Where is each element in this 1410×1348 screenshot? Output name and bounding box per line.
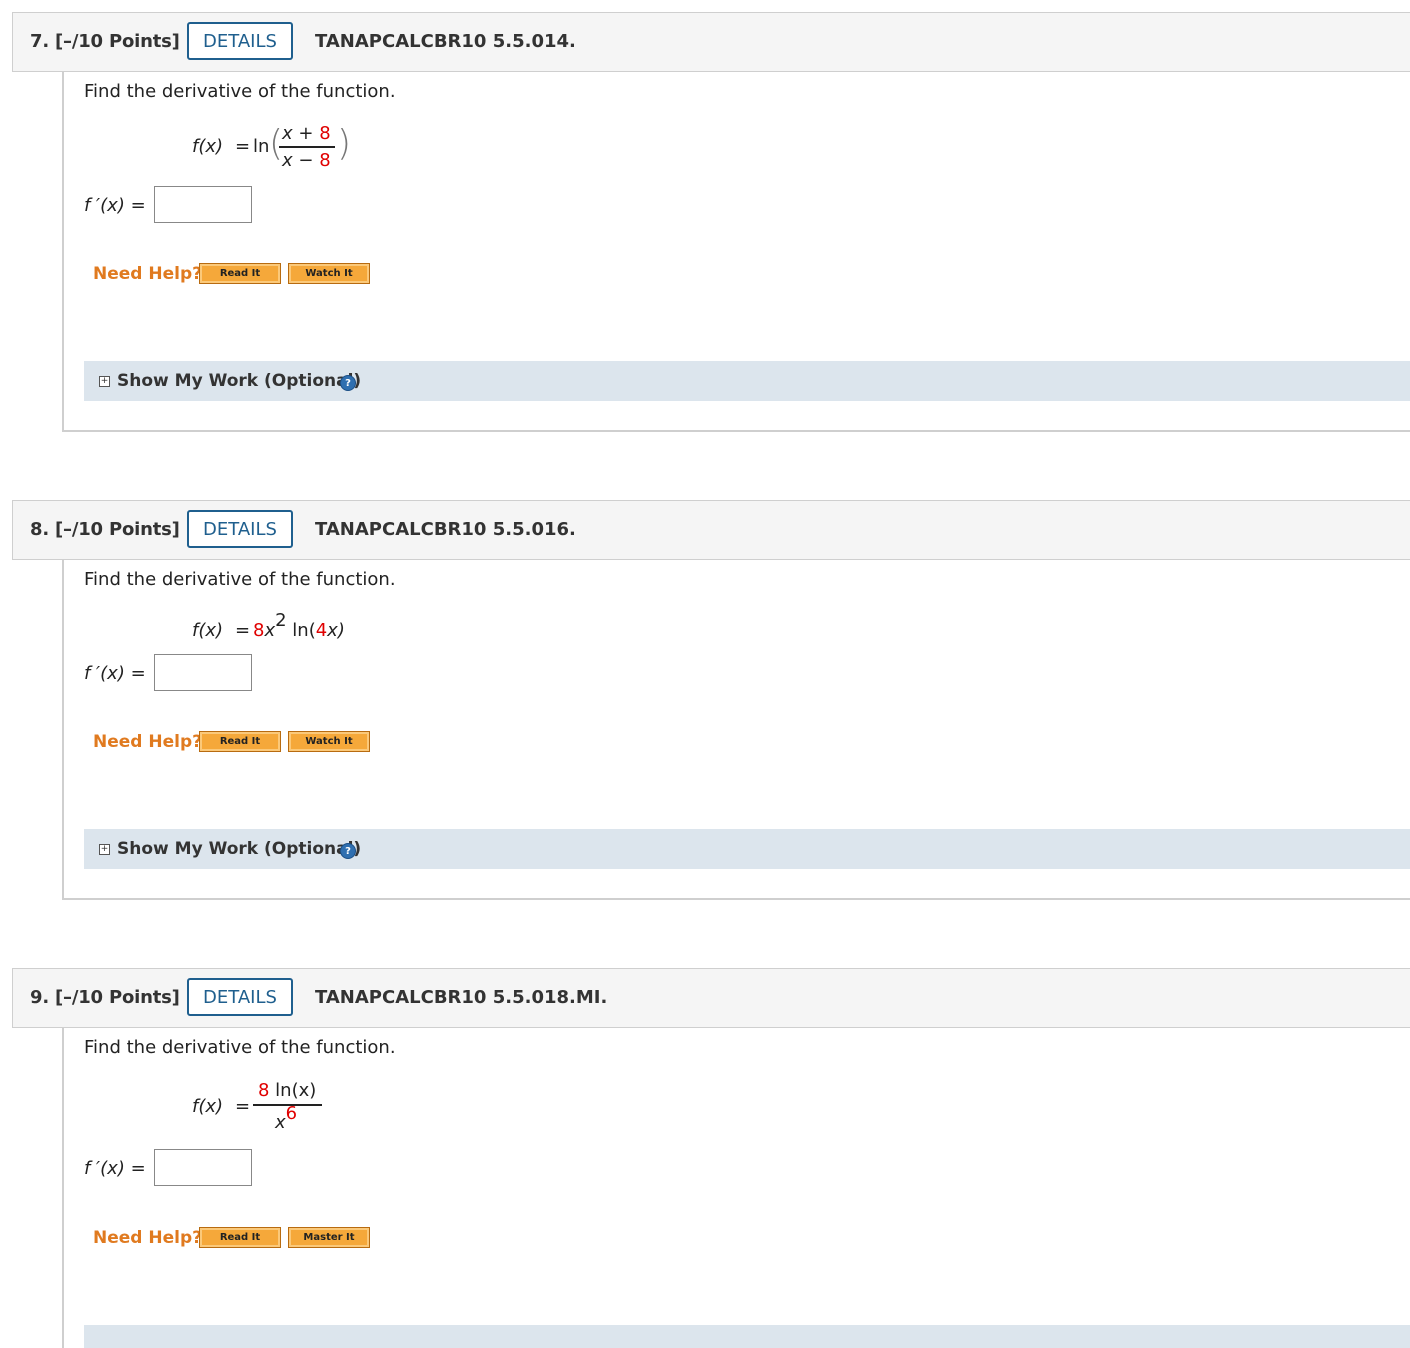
fx-label: f(x): [192, 136, 224, 157]
answer-label: f ′(x) =: [84, 195, 146, 216]
details-button[interactable]: DETAILS: [187, 978, 293, 1016]
fraction-numerator: x + 8: [282, 123, 331, 144]
read-it-button[interactable]: Read It: [199, 1227, 281, 1248]
question-header: 8. [–/10 Points] DETAILS TANAPCALCBR10 5…: [12, 500, 1410, 560]
read-it-button[interactable]: Read It: [199, 263, 281, 284]
answer-input[interactable]: [154, 654, 252, 691]
show-my-work-bar[interactable]: [84, 1325, 1410, 1348]
need-help-label: Need Help?: [93, 732, 202, 752]
question-number: 7. [–/10 Points]: [30, 31, 180, 52]
fraction-denominator: x − 8: [282, 150, 331, 171]
question-prompt: Find the derivative of the function.: [84, 1037, 396, 1058]
question-code: TANAPCALCBR10 5.5.014.: [315, 31, 576, 52]
fx-label: f(x): [192, 620, 224, 641]
question-body: Find the derivative of the function. f(x…: [62, 72, 1410, 432]
plus-box-icon[interactable]: +: [99, 844, 110, 855]
question-body: Find the derivative of the function. f(x…: [62, 1028, 1410, 1348]
equals-sign: =: [235, 136, 251, 157]
question-9: 9. [–/10 Points] DETAILS TANAPCALCBR10 5…: [12, 968, 1410, 1348]
question-8: 8. [–/10 Points] DETAILS TANAPCALCBR10 5…: [12, 500, 1410, 900]
fraction-numerator: 8 ln(x): [258, 1080, 317, 1101]
right-paren: ): [337, 123, 352, 164]
watch-it-button[interactable]: Watch It: [288, 731, 370, 752]
answer-input[interactable]: [154, 1149, 252, 1186]
question-code: TANAPCALCBR10 5.5.018.MI.: [315, 987, 608, 1008]
fraction-bar: [279, 146, 335, 148]
question-circle-icon[interactable]: ?: [340, 843, 356, 859]
question-body: Find the derivative of the function. f(x…: [62, 560, 1410, 900]
master-it-button[interactable]: Master It: [288, 1227, 370, 1248]
question-circle-icon[interactable]: ?: [340, 375, 356, 391]
question-code: TANAPCALCBR10 5.5.016.: [315, 519, 576, 540]
answer-input[interactable]: [154, 186, 252, 223]
question-header: 7. [–/10 Points] DETAILS TANAPCALCBR10 5…: [12, 12, 1410, 72]
question-7: 7. [–/10 Points] DETAILS TANAPCALCBR10 5…: [12, 12, 1410, 432]
details-button[interactable]: DETAILS: [187, 510, 293, 548]
question-number: 9. [–/10 Points]: [30, 987, 180, 1008]
fx-label: f(x): [192, 1096, 224, 1117]
need-help-label: Need Help?: [93, 264, 202, 284]
fraction-denominator: x6: [275, 1103, 298, 1133]
read-it-button[interactable]: Read It: [199, 731, 281, 752]
function-equation: f(x) = ln ( x + 8 x − 8 ): [192, 122, 392, 182]
ln-label: ln: [253, 136, 270, 157]
question-prompt: Find the derivative of the function.: [84, 569, 396, 590]
equals-sign: =: [235, 1096, 251, 1117]
show-my-work-bar[interactable]: + Show My Work (Optional) ?: [84, 829, 1410, 869]
show-my-work-label[interactable]: Show My Work (Optional): [117, 371, 361, 391]
expression: 8x2 ln(4x): [253, 610, 345, 641]
answer-label: f ′(x) =: [84, 1158, 146, 1179]
equals-sign: =: [235, 620, 251, 641]
show-my-work-bar[interactable]: + Show My Work (Optional) ?: [84, 361, 1410, 401]
plus-box-icon[interactable]: +: [99, 376, 110, 387]
need-help-label: Need Help?: [93, 1228, 202, 1248]
answer-label: f ′(x) =: [84, 663, 146, 684]
question-header: 9. [–/10 Points] DETAILS TANAPCALCBR10 5…: [12, 968, 1410, 1028]
left-paren: (: [269, 123, 284, 164]
show-my-work-label[interactable]: Show My Work (Optional): [117, 839, 361, 859]
question-prompt: Find the derivative of the function.: [84, 81, 396, 102]
details-button[interactable]: DETAILS: [187, 22, 293, 60]
watch-it-button[interactable]: Watch It: [288, 263, 370, 284]
function-equation: f(x) = 8x2 ln(4x): [192, 610, 442, 650]
question-number: 8. [–/10 Points]: [30, 519, 180, 540]
function-equation: f(x) = 8 ln(x) x6: [192, 1078, 392, 1148]
